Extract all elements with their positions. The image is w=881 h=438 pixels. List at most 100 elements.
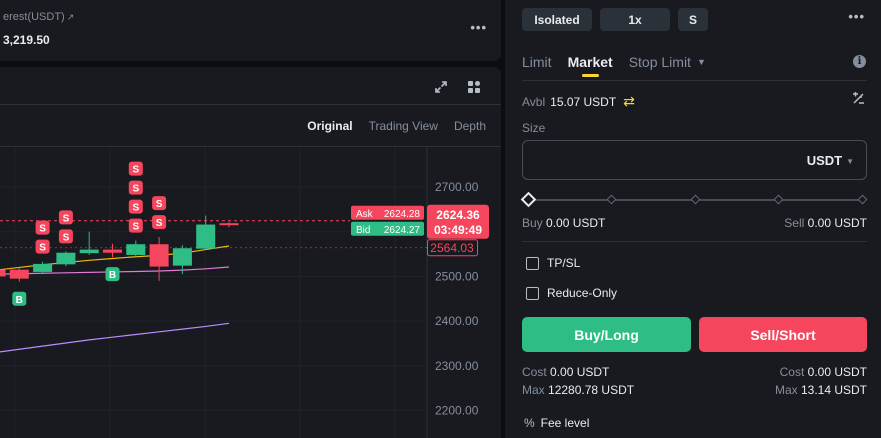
more-options-icon[interactable]: ••• [848,9,865,24]
layout-grid-icon[interactable] [467,80,481,97]
toolbar-divider [0,104,501,105]
reduce-only-label: Reduce-Only [547,286,618,300]
candle[interactable] [79,231,99,255]
size-input[interactable] [533,151,783,171]
candle-body [0,269,6,277]
sell-marker-icon[interactable]: S [58,229,73,244]
size-label: Size [522,121,546,135]
sell-max: Max 13.14 USDT [774,383,867,397]
sell-marker-icon[interactable]: S [152,196,167,211]
tpsl-label: TP/SL [547,256,581,270]
mark-price: 2564.03 [430,241,474,255]
reduce-only-checkbox[interactable] [526,286,539,300]
candle-body [149,244,169,267]
candle[interactable] [126,240,146,258]
buy-marker-label: B [16,295,23,306]
ma-line-purple [0,322,230,353]
leverage-button[interactable]: 1x [600,8,670,31]
tpsl-checkbox[interactable] [526,256,539,270]
candle[interactable] [9,267,29,282]
tab-stop-limit[interactable]: Stop Limit [629,54,691,70]
y-tick-label: 2200.00 [435,404,479,418]
expand-icon[interactable] [434,80,448,97]
sell-marker-icon[interactable]: S [35,220,50,235]
candle-body [196,224,216,249]
last-price-tag: 2624.3603:49:49 [427,204,489,239]
candle[interactable] [219,221,239,228]
slider-mark-25[interactable] [606,194,617,205]
tpsl-checkbox-row[interactable]: TP/SL [526,256,580,270]
avbl-value: 15.07 USDT [550,94,617,109]
external-arrow-icon[interactable]: ↗ [67,12,75,22]
slider-mark-75[interactable] [773,194,784,205]
sell-marker-label: S [132,222,139,233]
fee-level-link[interactable]: % Fee level [524,416,589,430]
slider-thumb[interactable] [520,191,537,208]
mark-price-tag: 2564.03 [427,239,478,257]
asset-mode-button[interactable]: S [678,8,708,31]
y-tick-label: 2500.00 [435,269,479,283]
candle-body [172,248,192,266]
tab-depth[interactable]: Depth [454,119,486,133]
size-input-box: USDT ▼ [522,140,867,180]
candle[interactable] [103,243,122,258]
chart-view-tabs: Original Trading View Depth [307,119,486,133]
margin-mode-button[interactable]: Isolated [522,8,592,31]
slider-mark-100[interactable] [857,194,868,205]
sell-marker-label: S [63,232,70,243]
sell-marker-icon[interactable]: S [128,218,143,233]
ticker-info-card: erest(USDT) ↗ 3,219.50 ••• [0,0,501,61]
sell-marker-icon[interactable]: S [128,161,143,176]
buy-marker-icon[interactable]: B [105,267,120,282]
ask-price: 2624.28 [384,209,421,220]
avbl-label: Avbl [522,94,546,109]
candle[interactable] [149,237,169,281]
calculator-icon[interactable] [852,92,865,108]
ticker-value: 3,219.50 [3,33,50,47]
candle-body [103,249,122,253]
info-icon[interactable]: i [853,55,866,68]
buy-cost: Cost 0.00 USDT [522,365,610,379]
sell-marker-label: S [39,224,46,235]
chart-card: Original Trading View Depth 2700.002600.… [0,67,501,438]
slider-mark-50[interactable] [690,194,700,205]
sell-marker-icon[interactable]: S [35,239,50,254]
bid-label: Bid 2624.27 [351,221,424,236]
tabs-divider [522,80,867,81]
available-balance: Avbl 15.07 USDT ⇄ [522,93,635,110]
sell-cost: Cost 0.00 USDT [779,365,867,379]
candle-body [56,252,76,265]
last-price: 2624.36 [436,208,480,222]
tab-original[interactable]: Original [307,119,352,133]
transfer-icon[interactable]: ⇄ [623,93,635,110]
chevron-down-icon[interactable]: ▼ [697,57,706,67]
sell-marker-icon[interactable]: S [128,180,143,195]
tab-trading-view[interactable]: Trading View [369,119,438,133]
sell-marker-icon[interactable]: S [128,199,143,214]
size-slider[interactable] [520,191,868,208]
candle[interactable] [56,251,76,267]
more-options-icon[interactable]: ••• [470,20,487,35]
percent-icon: % [524,416,535,430]
sell-marker-icon[interactable]: S [58,210,73,225]
candlestick-chart[interactable]: 2700.002600.002500.002400.002300.002200.… [0,147,501,438]
candle[interactable] [33,261,53,275]
buy-long-button[interactable]: Buy/Long [522,317,691,352]
y-tick-label: 2700.00 [435,180,479,194]
tab-market[interactable]: Market [568,54,613,77]
candle-body [79,249,99,254]
order-type-tabs: Limit Market Stop Limit ▼ [522,54,706,77]
buy-marker-icon[interactable]: B [12,291,27,306]
ticker-label: erest(USDT) ↗ [3,11,75,23]
reduce-only-checkbox-row[interactable]: Reduce-Only [526,286,617,300]
bid-price: 2624.27 [384,225,421,236]
sell-short-button[interactable]: Sell/Short [699,317,867,352]
candle-body [33,263,53,272]
tab-limit[interactable]: Limit [522,54,552,70]
size-unit-dropdown[interactable]: USDT ▼ [807,153,854,168]
sell-amount: Sell 0.00 USDT [784,216,867,230]
buy-amount: Buy 0.00 USDT [522,216,606,230]
sell-marker-icon[interactable]: S [152,215,167,230]
sell-marker-label: S [132,203,139,214]
ask-text: Ask [356,209,374,220]
